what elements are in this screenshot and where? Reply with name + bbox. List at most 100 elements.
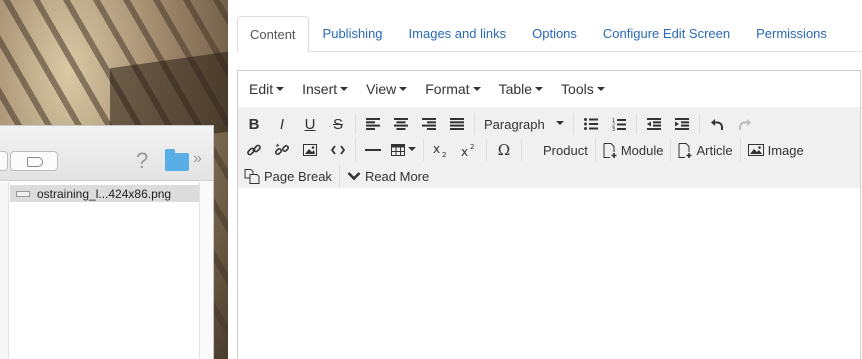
menu-view[interactable]: View <box>357 81 416 97</box>
toolbar-separator <box>355 139 356 161</box>
toolbar-row-2: x2 x2 Ω Product Module Article Image <box>240 137 858 163</box>
read-more-button-label: Read More <box>364 168 430 184</box>
source-code-button[interactable] <box>324 138 352 162</box>
menu-format[interactable]: Format <box>416 81 489 97</box>
menu-edit[interactable]: Edit <box>240 81 293 97</box>
product-button-label: Product <box>543 142 588 158</box>
toolbar-separator <box>573 113 574 135</box>
article-editor-area: Content Publishing Images and links Opti… <box>228 0 862 359</box>
toolbar-row-1: B I U S Paragraph 1 2 3 <box>240 111 858 137</box>
file-list-item[interactable]: ostraining_l...424x86.png <box>10 185 199 202</box>
menu-insert[interactable]: Insert <box>293 81 357 97</box>
page-break-button[interactable]: Page Break <box>240 164 336 188</box>
tinymce-editor: Edit Insert View Format Table Tools B I … <box>237 70 861 359</box>
image-button[interactable]: Image <box>744 138 808 162</box>
italic-button[interactable]: I <box>268 112 296 136</box>
code-icon <box>331 145 345 155</box>
svg-text:x: x <box>433 143 440 156</box>
svg-text:2: 2 <box>442 151 446 157</box>
outdent-icon <box>647 118 661 130</box>
page-break-button-label: Page Break <box>264 168 332 184</box>
module-button[interactable]: Module <box>599 138 668 162</box>
format-select[interactable]: Paragraph <box>478 112 570 136</box>
tag-button[interactable] <box>10 151 58 171</box>
link-icon <box>247 144 261 156</box>
insert-link-button[interactable] <box>240 138 268 162</box>
redo-button[interactable] <box>731 112 759 136</box>
numbered-list-icon: 123 <box>612 118 626 131</box>
underline-button[interactable]: U <box>296 112 324 136</box>
menu-tools[interactable]: Tools <box>552 81 614 97</box>
editor-tabs: Content Publishing Images and links Opti… <box>237 16 862 53</box>
align-left-icon <box>366 118 380 130</box>
page-break-icon <box>244 168 260 184</box>
indent-button[interactable] <box>668 112 696 136</box>
product-button[interactable]: Product <box>539 138 592 162</box>
tab-options[interactable]: Options <box>520 16 589 52</box>
finder-toolbar: ? » <box>0 126 213 181</box>
tab-configure-edit-screen[interactable]: Configure Edit Screen <box>591 16 742 52</box>
caret-down-icon <box>556 121 564 125</box>
undo-button[interactable] <box>703 112 731 136</box>
tab-images-and-links[interactable]: Images and links <box>397 16 519 52</box>
bullet-list-button[interactable] <box>577 112 605 136</box>
toolbar-separator <box>486 139 487 161</box>
more-icon[interactable]: » <box>193 150 202 168</box>
align-justify-icon <box>450 118 464 130</box>
outdent-button[interactable] <box>640 112 668 136</box>
superscript-button[interactable]: x2 <box>455 138 483 162</box>
numbered-list-button[interactable]: 123 <box>605 112 633 136</box>
editor-toolbar: B I U S Paragraph 1 2 3 x 2 x 2 Ω Produc… <box>238 107 860 188</box>
image-file-icon <box>16 190 30 197</box>
editor-menubar: Edit Insert View Format Table Tools <box>238 71 860 107</box>
strikethrough-button[interactable]: S <box>324 112 352 136</box>
menu-table[interactable]: Table <box>490 81 552 97</box>
add-file-icon <box>603 142 617 158</box>
add-file-icon <box>678 142 692 158</box>
subscript-button[interactable]: x2 <box>427 138 455 162</box>
chevron-down-icon <box>347 172 361 181</box>
caret-down-icon <box>276 87 285 92</box>
bold-button[interactable]: B <box>240 112 268 136</box>
table-button[interactable] <box>387 138 420 162</box>
back-button[interactable] <box>0 151 8 171</box>
finder-scrollbar[interactable] <box>199 182 213 359</box>
undo-icon <box>711 119 724 130</box>
unlink-button[interactable] <box>268 138 296 162</box>
tab-content[interactable]: Content <box>237 16 309 53</box>
file-name: ostraining_l...424x86.png <box>37 186 172 201</box>
toolbar-separator <box>355 113 356 135</box>
align-center-icon <box>394 118 408 130</box>
finder-sidebar <box>0 182 9 359</box>
horizontal-rule-button[interactable] <box>359 138 387 162</box>
align-left-button[interactable] <box>359 112 387 136</box>
toolbar-separator <box>474 113 475 135</box>
caret-down-icon <box>408 147 416 151</box>
tab-permissions[interactable]: Permissions <box>744 16 839 52</box>
article-button[interactable]: Article <box>674 138 736 162</box>
special-character-button[interactable]: Ω <box>490 138 518 162</box>
insert-image-button[interactable] <box>296 138 324 162</box>
tab-publishing[interactable]: Publishing <box>311 16 395 52</box>
read-more-button[interactable]: Read More <box>343 164 433 188</box>
editor-content-area[interactable] <box>238 188 860 359</box>
toolbar-row-3: Page Break Read More <box>240 163 858 189</box>
folder-icon[interactable] <box>165 149 189 171</box>
align-justify-button[interactable] <box>443 112 471 136</box>
caret-down-icon <box>472 87 481 92</box>
unlink-icon <box>275 143 289 156</box>
finder-window: ? » ostraining_l...424x86.png <box>0 125 214 359</box>
align-center-button[interactable] <box>387 112 415 136</box>
toolbar-separator <box>338 165 340 187</box>
align-right-button[interactable] <box>415 112 443 136</box>
help-icon[interactable]: ? <box>136 148 148 174</box>
caret-down-icon <box>535 87 544 92</box>
image-icon <box>303 144 317 156</box>
table-icon <box>391 144 405 156</box>
horizontal-rule-icon <box>365 149 381 151</box>
align-right-icon <box>422 118 436 130</box>
indent-icon <box>675 118 689 130</box>
svg-text:3: 3 <box>612 127 615 131</box>
toolbar-separator <box>594 139 596 161</box>
toolbar-separator <box>423 139 424 161</box>
